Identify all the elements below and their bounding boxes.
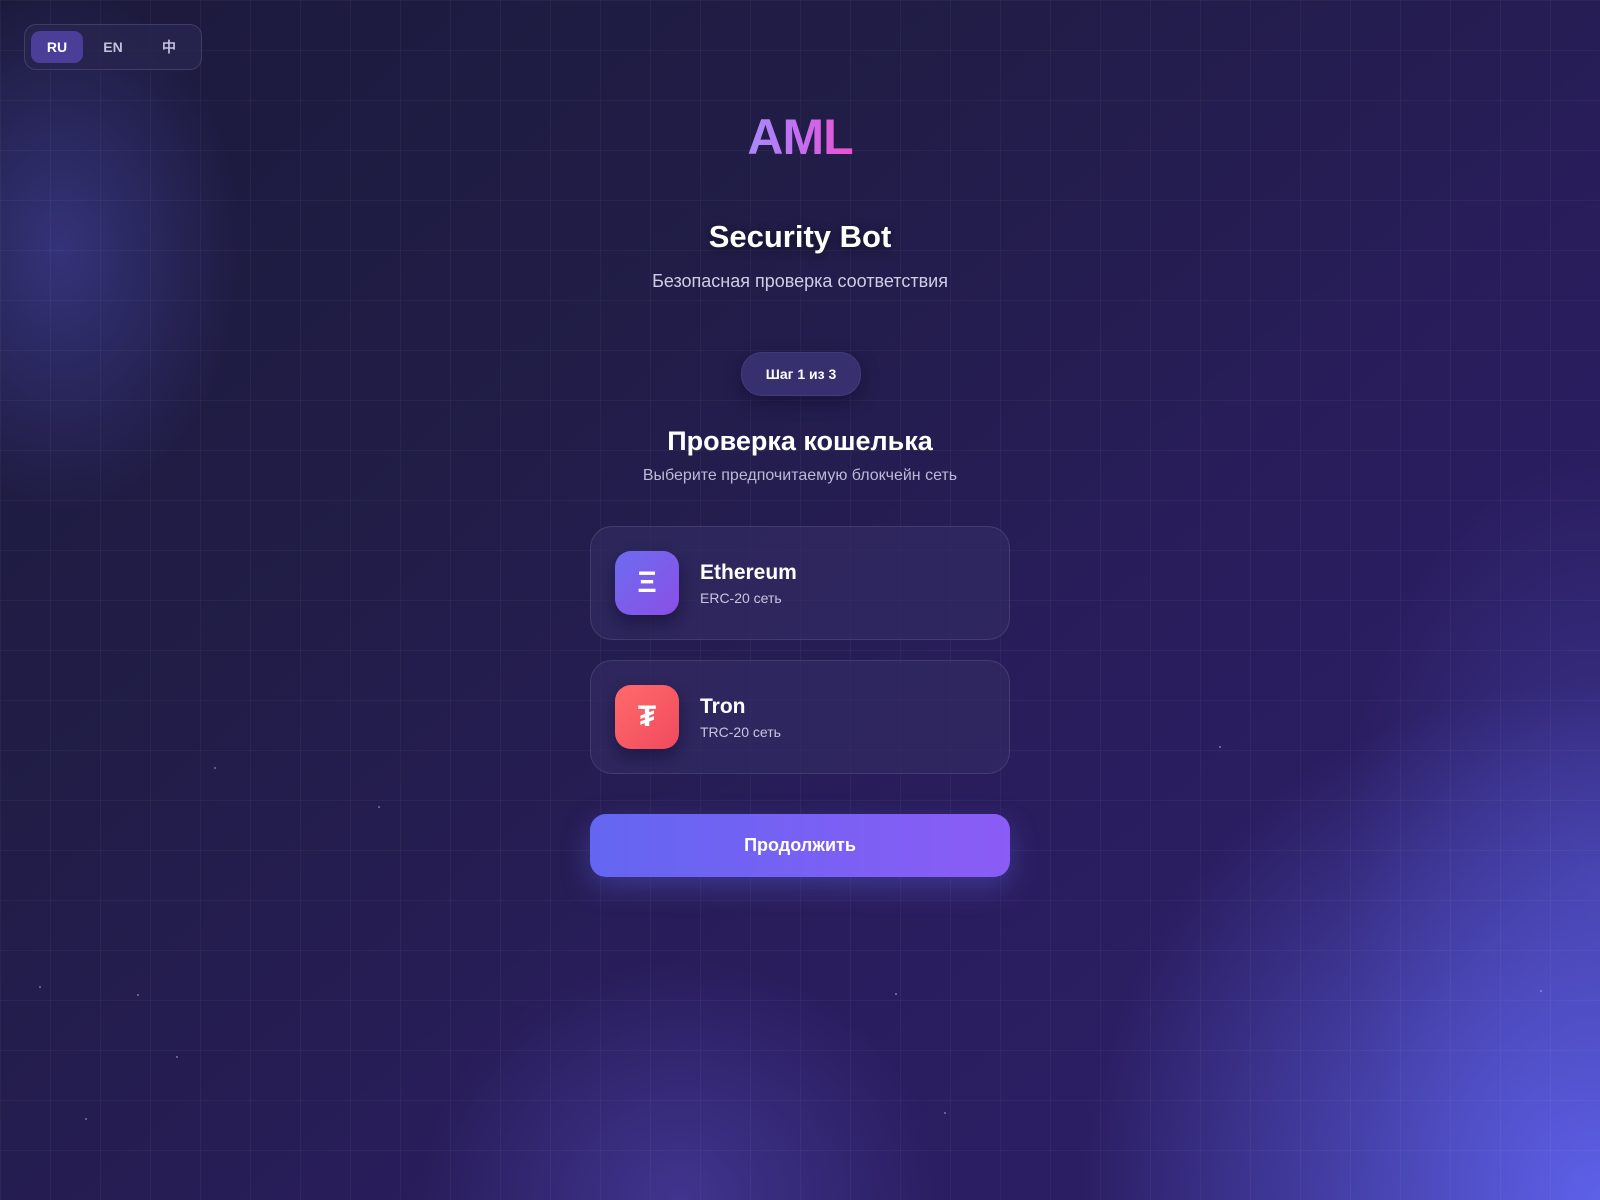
language-option-en[interactable]: EN [87,31,139,63]
app-title: Security Bot [708,219,892,254]
star-decoration [39,986,41,988]
network-text: Ethereum ERC-20 сеть [700,560,797,606]
language-switcher: RU EN 中 [24,24,202,70]
network-name: Tron [700,695,746,718]
star-decoration [137,994,139,996]
star-decoration [895,993,897,995]
logo-text: AML [747,109,853,165]
star-decoration [1540,990,1542,992]
step-badge: Шаг 1 из 3 [741,352,861,396]
star-decoration [214,767,216,769]
logo: AML [0,108,1600,166]
section-subtitle: Выберите предпочитаемую блокчейн сеть [642,467,958,484]
language-option-ru[interactable]: RU [31,31,83,63]
star-decoration [176,1056,178,1058]
language-option-zh[interactable]: 中 [143,31,195,63]
continue-button[interactable]: Продолжить [590,814,1010,877]
star-decoration [944,1112,946,1114]
network-text: Tron TRC-20 сеть [700,694,781,740]
ethereum-icon: Ξ [615,551,679,615]
network-option-ethereum[interactable]: Ξ Ethereum ERC-20 сеть [590,526,1010,640]
star-decoration [378,806,380,808]
network-standard: ERC-20 сеть [700,590,782,606]
network-option-tron[interactable]: ₮ Tron TRC-20 сеть [590,660,1010,774]
star-decoration [1219,746,1221,748]
tether-icon: ₮ [615,685,679,749]
star-decoration [85,1118,87,1120]
network-name: Ethereum [700,561,797,584]
app-subtitle: Безопасная проверка соответствия [652,271,948,291]
section-title: Проверка кошелька [667,426,933,456]
network-standard: TRC-20 сеть [700,724,781,740]
